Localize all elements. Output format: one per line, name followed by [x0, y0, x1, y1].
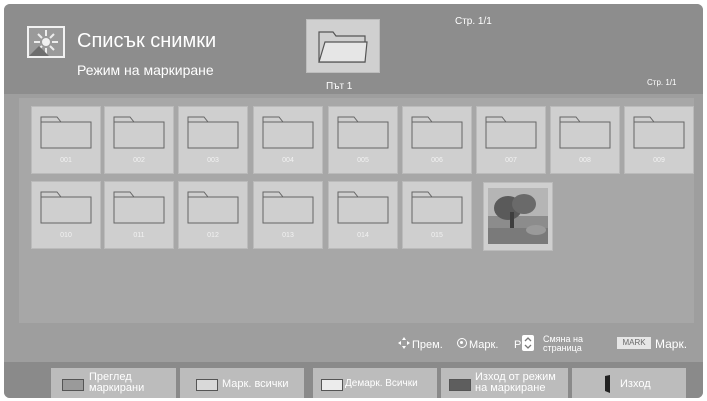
photo-thumbnail[interactable] — [483, 182, 553, 251]
folder-name: 006 — [431, 157, 443, 164]
folder-tile[interactable]: 007 — [476, 106, 546, 174]
folder-tile[interactable]: 004 — [253, 106, 323, 174]
exit-button[interactable]: Изход — [572, 368, 686, 398]
folder-name: 007 — [505, 157, 517, 164]
header: Списък снимки Режим на маркиране Стр. 1/… — [4, 4, 703, 94]
exit-key-icon — [605, 375, 610, 393]
unmark-all-button[interactable]: Демарк. Всички — [313, 368, 437, 398]
exit-mark-mode-label: Изход от режим на маркиране — [475, 372, 556, 394]
folder-tile[interactable]: 015 — [402, 181, 472, 249]
hint-change-page: Смяна на страница — [543, 335, 583, 353]
folder-tile[interactable]: 012 — [178, 181, 248, 249]
landscape-photo-icon — [488, 188, 548, 244]
folder-name: 012 — [207, 232, 219, 239]
folder-tile[interactable]: 005 — [328, 106, 398, 174]
ok-button-icon — [457, 338, 467, 348]
unmark-all-label: Демарк. Всички — [345, 378, 418, 389]
exit-mark-mode-button[interactable]: Изход от режим на маркиране — [441, 368, 568, 398]
folder-name: 009 — [653, 157, 665, 164]
folder-tile[interactable]: 014 — [328, 181, 398, 249]
mark-key-icon: MARK — [617, 337, 651, 349]
folder-tile[interactable]: 008 — [550, 106, 620, 174]
page-indicator-top: Стр. 1/1 — [455, 16, 492, 27]
folder-name: 003 — [207, 157, 219, 164]
folder-name: 001 — [60, 157, 72, 164]
page-title: Списък снимки — [77, 30, 217, 52]
mark-all-button[interactable]: Марк. всички — [180, 368, 304, 398]
hint-change-page-line2: страница — [543, 343, 582, 353]
red-key-icon — [62, 379, 84, 391]
hint-mark-label: Марк. — [469, 339, 499, 351]
yellow-key-icon — [321, 379, 343, 391]
folder-name: 015 — [431, 232, 443, 239]
preview-marked-button[interactable]: Преглед маркирани — [51, 368, 176, 398]
page-up-down-icon — [522, 335, 534, 351]
folder-name: 002 — [133, 157, 145, 164]
mode-subtitle: Режим на маркиране — [77, 62, 214, 78]
exit-label: Изход — [620, 378, 651, 390]
folder-name: 008 — [579, 157, 591, 164]
exit-mark-mode-line2: на маркиране — [475, 382, 546, 394]
folder-name: 014 — [357, 232, 369, 239]
hint-move-label: Прем. — [412, 339, 443, 351]
folder-name: 013 — [282, 232, 294, 239]
blue-key-icon — [449, 379, 471, 391]
folder-name: 004 — [282, 157, 294, 164]
folder-name: 010 — [60, 232, 72, 239]
move-arrows-icon — [398, 337, 410, 349]
green-key-icon — [196, 379, 218, 391]
folder-tile[interactable]: 010 — [31, 181, 101, 249]
page-indicator-right: Стр. 1/1 — [647, 78, 677, 87]
folder-tile[interactable]: 009 — [624, 106, 694, 174]
hint-p-key-label: P — [514, 339, 522, 351]
photo-list-screen: Списък снимки Режим на маркиране Стр. 1/… — [4, 4, 703, 398]
folder-tile[interactable]: 003 — [178, 106, 248, 174]
path-label: Път 1 — [326, 81, 353, 92]
photo-app-icon — [27, 26, 65, 58]
current-path-folder-icon[interactable] — [306, 19, 380, 73]
folder-name: 011 — [133, 232, 145, 239]
preview-marked-label: Преглед маркирани — [89, 372, 144, 394]
folder-tile[interactable]: 006 — [402, 106, 472, 174]
hint-mark-key-label: Марк. — [655, 337, 688, 351]
folder-tile[interactable]: 013 — [253, 181, 323, 249]
mark-all-label: Марк. всички — [222, 378, 289, 390]
preview-marked-line2: маркирани — [89, 382, 145, 394]
folder-tile[interactable]: 002 — [104, 106, 174, 174]
folder-name: 005 — [357, 157, 369, 164]
folder-tile[interactable]: 011 — [104, 181, 174, 249]
folder-tile[interactable]: 001 — [31, 106, 101, 174]
